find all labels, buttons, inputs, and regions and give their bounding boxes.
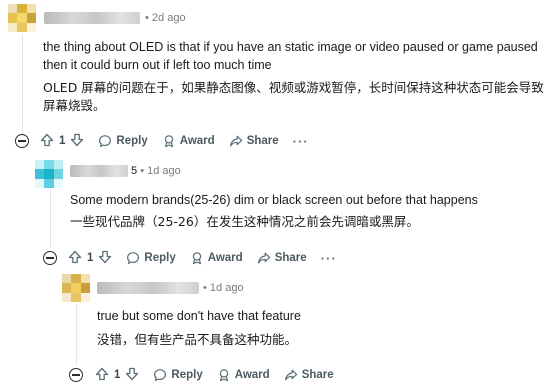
comment-body-zh: 一些现代品牌（25-26）在发生这种情况之前会先调暗或黑屏。 bbox=[70, 214, 419, 229]
comment-meta: • 2d ago bbox=[145, 12, 186, 24]
downvote-icon[interactable] bbox=[98, 250, 112, 267]
author-name[interactable] bbox=[44, 12, 140, 24]
reply-bubble-icon bbox=[126, 251, 140, 265]
reply-button[interactable]: Reply bbox=[126, 251, 176, 265]
downvote-icon[interactable] bbox=[125, 367, 139, 384]
collapse-icon[interactable] bbox=[69, 368, 83, 382]
more-options-button[interactable]: ··· bbox=[293, 134, 309, 149]
comment-actions: 1 Reply Award Share ··· bbox=[68, 248, 351, 268]
award-button[interactable]: Award bbox=[162, 134, 215, 148]
comment-meta: 5 • 1d ago bbox=[131, 165, 181, 177]
vote-group: 1 bbox=[40, 133, 84, 150]
share-icon bbox=[257, 251, 271, 265]
reply-button[interactable]: Reply bbox=[98, 134, 148, 148]
share-button[interactable]: Share bbox=[257, 251, 307, 265]
award-icon bbox=[162, 134, 176, 148]
reply-button[interactable]: Reply bbox=[153, 368, 203, 382]
vote-group: 1 bbox=[68, 250, 112, 267]
award-icon bbox=[217, 368, 231, 382]
comment-body-zh: OLED 屏幕的问题在于，如果静态图像、视频或游戏暂停，长时间保持这种状态可能会… bbox=[43, 80, 544, 95]
share-icon bbox=[229, 134, 243, 148]
more-options-button[interactable]: ··· bbox=[321, 251, 337, 266]
comment-body-zh: 屏幕烧毁。 bbox=[43, 98, 106, 113]
vote-count: 1 bbox=[87, 252, 94, 264]
award-button[interactable]: Award bbox=[217, 368, 270, 382]
upvote-icon[interactable] bbox=[40, 133, 54, 150]
collapse-icon[interactable] bbox=[15, 134, 29, 148]
thread-line bbox=[22, 34, 23, 136]
comment-body-en: Some modern brands(25-26) dim or black s… bbox=[70, 193, 478, 207]
author-name[interactable] bbox=[97, 282, 199, 294]
thread-line bbox=[50, 190, 51, 248]
author-name-suffix: 5 bbox=[131, 165, 138, 177]
avatar[interactable] bbox=[62, 274, 90, 302]
share-button[interactable]: Share bbox=[229, 134, 279, 148]
reply-bubble-icon bbox=[153, 368, 167, 382]
avatar[interactable] bbox=[35, 160, 63, 188]
comment-meta: • 1d ago bbox=[203, 282, 244, 294]
upvote-icon[interactable] bbox=[95, 367, 109, 384]
comment-body-en: true but some don't have that feature bbox=[97, 309, 301, 323]
author-name[interactable] bbox=[70, 165, 128, 177]
upvote-icon[interactable] bbox=[68, 250, 82, 267]
vote-count: 1 bbox=[59, 135, 66, 147]
timestamp: 1d ago bbox=[147, 165, 181, 177]
vote-group: 1 bbox=[95, 367, 139, 384]
award-button[interactable]: Award bbox=[190, 251, 243, 265]
share-button[interactable]: Share bbox=[284, 368, 334, 382]
avatar[interactable] bbox=[8, 4, 36, 32]
timestamp: 2d ago bbox=[151, 12, 186, 24]
comment-body-en: then it could burn out if left too much … bbox=[43, 58, 272, 72]
comment-actions: 1 Reply Award Share ··· bbox=[40, 131, 323, 151]
vote-count: 1 bbox=[114, 369, 121, 381]
collapse-icon[interactable] bbox=[43, 251, 57, 265]
thread-line bbox=[76, 304, 77, 366]
timestamp: 1d ago bbox=[209, 282, 244, 294]
award-icon bbox=[190, 251, 204, 265]
comment-body-en: the thing about OLED is that if you have… bbox=[43, 40, 538, 54]
comment-body-zh: 没错，但有些产品不具备这种功能。 bbox=[97, 332, 298, 347]
comment-actions: 1 Reply Award Share bbox=[95, 365, 348, 385]
reply-bubble-icon bbox=[98, 134, 112, 148]
share-icon bbox=[284, 368, 298, 382]
downvote-icon[interactable] bbox=[70, 133, 84, 150]
